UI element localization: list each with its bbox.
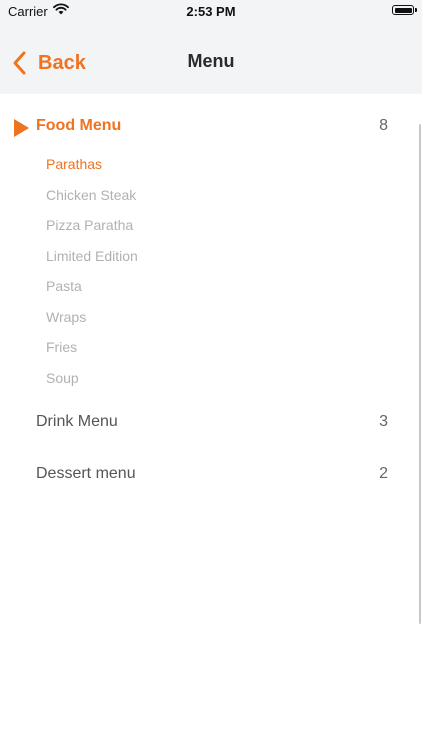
status-bar: Carrier 2:53 PM bbox=[0, 0, 422, 28]
scroll-indicator[interactable] bbox=[419, 124, 421, 624]
navigation-bar: Back Menu bbox=[0, 28, 422, 94]
category-count: 3 bbox=[379, 413, 388, 430]
subitem-soup[interactable]: Soup bbox=[46, 370, 79, 386]
subitem-chicken-steak[interactable]: Chicken Steak bbox=[46, 187, 136, 203]
subitem-fries[interactable]: Fries bbox=[46, 339, 77, 355]
category-name: Dessert menu bbox=[36, 465, 136, 482]
category-food-menu[interactable]: Food Menu 8 bbox=[0, 108, 420, 148]
clock: 2:53 PM bbox=[186, 4, 236, 19]
app-screen: Carrier 2:53 PM Back Menu Food Menu 8 Pa bbox=[0, 0, 422, 750]
category-name: Food Menu bbox=[36, 117, 122, 134]
category-name: Drink Menu bbox=[36, 413, 118, 430]
page-title: Menu bbox=[187, 51, 235, 71]
battery-fill bbox=[394, 7, 412, 13]
expanded-arrow-icon bbox=[14, 119, 29, 137]
battery-icon bbox=[392, 5, 417, 15]
category-count: 2 bbox=[379, 465, 388, 482]
category-drink-menu[interactable]: Drink Menu 3 bbox=[0, 404, 420, 444]
subitem-parathas[interactable]: Parathas bbox=[46, 156, 102, 172]
subitem-pasta[interactable]: Pasta bbox=[46, 278, 82, 294]
menu-list: Food Menu 8 Parathas Chicken Steak Pizza… bbox=[0, 94, 422, 750]
subitem-limited-edition[interactable]: Limited Edition bbox=[46, 248, 138, 264]
category-dessert-menu[interactable]: Dessert menu 2 bbox=[0, 456, 420, 496]
subitem-pizza-paratha[interactable]: Pizza Paratha bbox=[46, 217, 133, 233]
category-count: 8 bbox=[379, 117, 388, 134]
subitem-wraps[interactable]: Wraps bbox=[46, 309, 86, 325]
